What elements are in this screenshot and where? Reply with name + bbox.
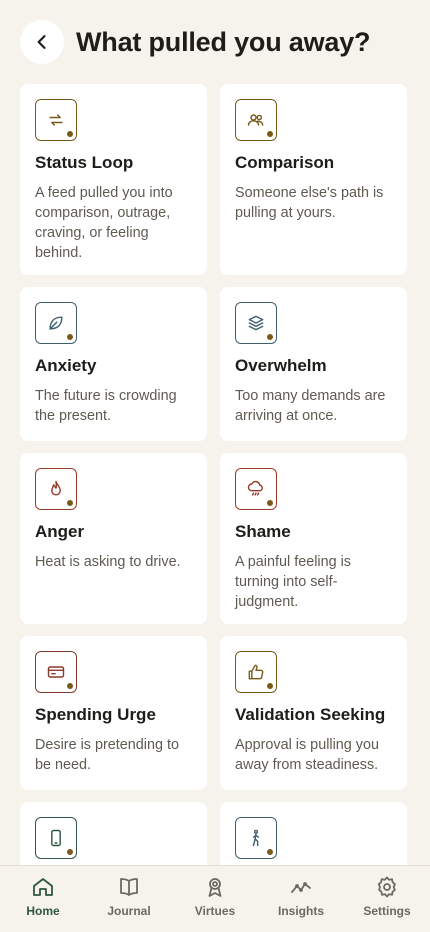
card-validation-seeking[interactable]: Validation Seeking Approval is pulling y…	[220, 636, 407, 790]
home-icon	[33, 878, 53, 896]
card-comparison[interactable]: Comparison Someone else's path is pullin…	[220, 84, 407, 275]
status-dot	[267, 849, 273, 855]
card-title: Spending Urge	[35, 705, 156, 724]
chevron-left-icon	[37, 35, 46, 49]
nav-label: Home	[26, 904, 60, 918]
nav-label: Insights	[277, 904, 324, 918]
card-description: A feed pulled you into comparison, outra…	[35, 185, 173, 261]
nav-item-settings[interactable]: Settings	[344, 875, 430, 918]
card-title: Overwhelm	[235, 356, 327, 375]
card-description: A painful feeling is turning into self-j…	[235, 554, 352, 610]
header: What pulled you away?	[0, 0, 430, 84]
status-dot	[267, 131, 273, 137]
card-spending-urge[interactable]: Spending Urge Desire is pretending to be…	[20, 636, 207, 790]
card-description: Desire is pretending to be need.	[35, 737, 179, 773]
card-anxiety[interactable]: Anxiety The future is crowding the prese…	[20, 287, 207, 441]
award-icon	[208, 878, 222, 897]
bottom-nav: Home Journal Virtues Insights Settings	[0, 865, 430, 932]
card-title: Validation Seeking	[235, 705, 386, 724]
nav-label: Virtues	[194, 904, 236, 918]
status-dot	[267, 334, 273, 340]
gear-icon	[377, 876, 396, 898]
card-description: Approval is pulling you away from steadi…	[235, 737, 379, 773]
card-description: The future is crowding the present.	[35, 388, 177, 424]
card-description: Too many demands are arriving at once.	[235, 388, 386, 424]
card-title: Anger	[35, 522, 85, 541]
layers-icon	[235, 302, 277, 344]
people-icon	[235, 99, 277, 141]
reason-grid: Status Loop A feed pulled you into compa…	[20, 84, 407, 882]
credit-card-icon	[35, 651, 77, 693]
status-dot	[67, 131, 73, 137]
card-title: Comparison	[235, 153, 335, 172]
nav-item-insights[interactable]: Insights	[258, 875, 344, 918]
flame-icon	[35, 468, 77, 510]
walking-person-icon	[235, 817, 277, 859]
leaf-icon	[35, 302, 77, 344]
thumbs-up-icon	[235, 651, 277, 693]
nav-label: Journal	[107, 904, 151, 918]
status-dot	[67, 500, 73, 506]
back-button[interactable]	[20, 20, 64, 64]
card-anger[interactable]: Anger Heat is asking to drive.	[20, 453, 207, 624]
nav-label: Settings	[363, 904, 411, 918]
page-title: What pulled you away?	[76, 26, 371, 57]
card-overwhelm[interactable]: Overwhelm Too many demands are arriving …	[220, 287, 407, 441]
card-shame[interactable]: Shame A painful feeling is turning into …	[220, 453, 407, 624]
trend-icon	[291, 882, 311, 893]
status-dot	[67, 334, 73, 340]
cloud-rain-icon	[235, 468, 277, 510]
status-dot	[267, 500, 273, 506]
card-status-loop[interactable]: Status Loop A feed pulled you into compa…	[20, 84, 207, 275]
book-icon	[120, 878, 138, 896]
status-dot	[67, 683, 73, 689]
card-description: Someone else's path is pulling at yours.	[235, 185, 384, 221]
card-description: Heat is asking to drive.	[35, 554, 181, 570]
card-title: Shame	[235, 522, 291, 541]
nav-item-virtues[interactable]: Virtues	[172, 875, 258, 918]
nav-item-home[interactable]: Home	[0, 875, 86, 918]
status-dot	[67, 849, 73, 855]
card-title: Anxiety	[35, 356, 97, 375]
status-dot	[267, 683, 273, 689]
repeat-icon	[35, 99, 77, 141]
nav-item-journal[interactable]: Journal	[86, 875, 172, 918]
phone-icon	[35, 817, 77, 859]
card-title: Status Loop	[35, 153, 134, 172]
